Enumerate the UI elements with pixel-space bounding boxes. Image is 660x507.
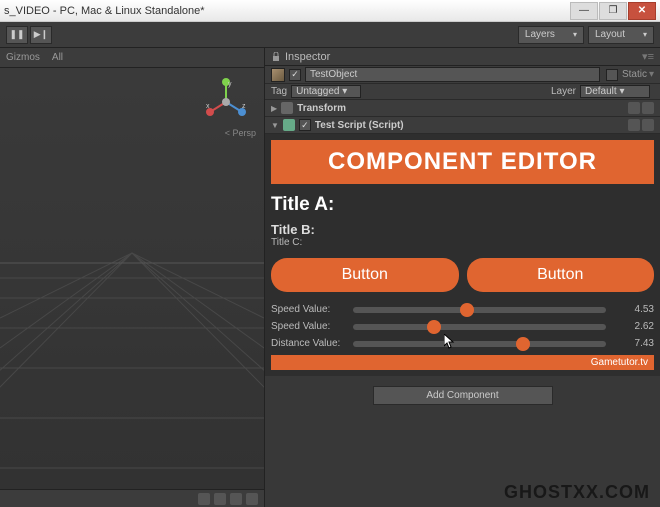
add-component-button[interactable]: Add Component [373,386,553,405]
help-icon[interactable] [628,102,640,114]
layer-label: Layer [551,86,576,97]
scene-search[interactable]: All [52,52,75,63]
tag-layer-row: Tag Untagged ▾ Layer Default ▾ [265,84,660,100]
slider-value: 2.62 [616,321,654,332]
footer-icon[interactable] [230,493,242,505]
slider-thumb[interactable] [516,337,530,351]
title-a: Title A: [271,194,654,216]
footer-icon[interactable] [214,493,226,505]
footer-icon[interactable] [198,493,210,505]
maximize-button[interactable]: ❐ [599,2,627,20]
slider-label: Speed Value: [271,304,353,315]
object-name-field[interactable]: TestObject [305,67,600,82]
watermark: GHOSTXX.COM [504,482,650,503]
step-icon[interactable]: ▶❙ [30,26,52,44]
orientation-gizmo[interactable]: x y z [202,78,250,126]
brand-bar: Gametutor.tv [271,355,654,370]
title-b: Title B: [271,222,654,237]
script-icon [283,119,295,131]
active-checkbox[interactable]: ✓ [289,69,301,81]
transform-component[interactable]: ▶ Transform [265,100,660,117]
slider-track[interactable] [353,324,606,330]
script-component[interactable]: ▼ ✓ Test Script (Script) [265,117,660,134]
custom-button-1[interactable]: Button [271,258,459,292]
lock-icon [271,52,281,62]
persp-label[interactable]: < Persp [225,128,256,138]
fold-icon: ▼ [271,121,279,130]
inspector-panel: Inspector ▾≡ ✓ TestObject Static ▾ Tag U… [264,48,660,507]
help-icon[interactable] [628,119,640,131]
slider-value: 7.43 [616,338,654,349]
svg-text:z: z [242,103,246,110]
fold-icon: ▶ [271,104,277,113]
script-enabled-checkbox[interactable]: ✓ [299,119,311,131]
scene-viewport[interactable]: x y z < Persp [0,68,264,489]
slider-value: 4.53 [616,304,654,315]
object-header: ✓ TestObject Static ▾ [265,66,660,84]
slider-row-0: Speed Value: 4.53 [271,304,654,315]
scene-footer [0,489,264,507]
layer-dropdown[interactable]: Default ▾ [580,85,650,98]
slider-label: Distance Value: [271,338,353,349]
footer-icon[interactable] [246,493,258,505]
gameobject-icon [271,68,285,82]
layout-dropdown[interactable]: Layout [588,26,654,44]
gear-icon[interactable] [642,102,654,114]
inspector-tab[interactable]: Inspector ▾≡ [265,48,660,66]
main-toolbar: ❚❚ ▶❙ Layers Layout [0,22,660,48]
minimize-button[interactable]: — [570,2,598,20]
gizmos-dropdown[interactable]: Gizmos [6,52,40,63]
custom-button-2[interactable]: Button [467,258,655,292]
layers-dropdown[interactable]: Layers [518,26,584,44]
window-title: s_VIDEO - PC, Mac & Linux Standalone* [4,5,205,17]
pause-icon[interactable]: ❚❚ [6,26,28,44]
static-label: Static [622,69,647,80]
window-titlebar[interactable]: s_VIDEO - PC, Mac & Linux Standalone* — … [0,0,660,22]
slider-row-2: Distance Value: 7.43 [271,338,654,349]
editor-banner: COMPONENT EDITOR [271,140,654,184]
svg-text:x: x [206,103,210,110]
slider-thumb[interactable] [460,303,474,317]
slider-row-1: Speed Value: 2.62 [271,321,654,332]
svg-text:y: y [228,81,232,88]
slider-thumb[interactable] [427,320,441,334]
tag-dropdown[interactable]: Untagged ▾ [291,85,361,98]
transform-icon [281,102,293,114]
tag-label: Tag [271,86,287,97]
title-c: Title C: [271,237,654,248]
static-checkbox[interactable] [606,69,618,81]
scene-toolbar: Gizmos All [0,48,264,68]
gear-icon[interactable] [642,119,654,131]
slider-label: Speed Value: [271,321,353,332]
scene-panel: Gizmos All [0,48,264,507]
main-area: Gizmos All [0,48,660,507]
slider-track[interactable] [353,307,606,313]
close-button[interactable]: ✕ [628,2,656,20]
slider-track[interactable] [353,341,606,347]
custom-inspector: COMPONENT EDITOR Title A: Title B: Title… [265,134,660,376]
unity-window: s_VIDEO - PC, Mac & Linux Standalone* — … [0,0,660,507]
